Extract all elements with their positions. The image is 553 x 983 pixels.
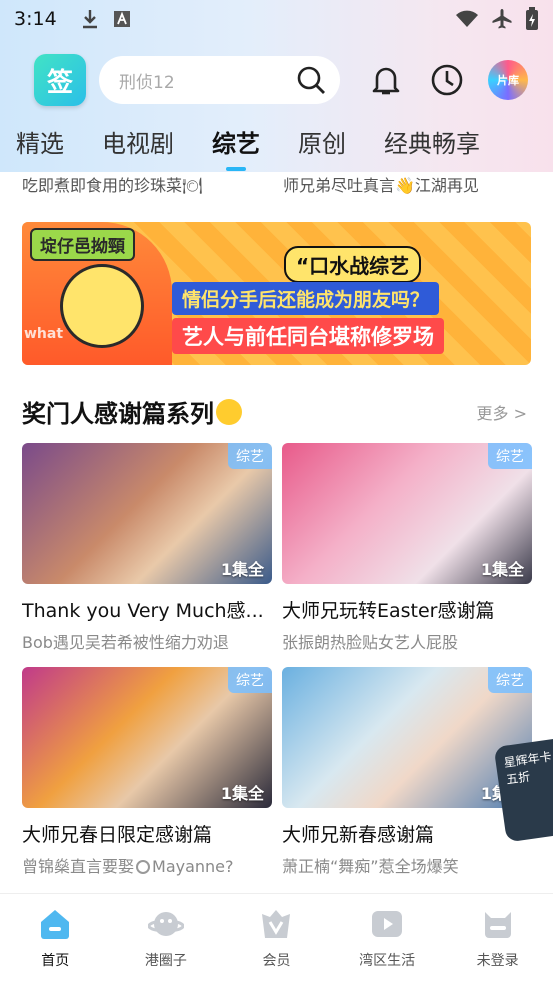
- search-placeholder: 刑侦12: [119, 72, 175, 93]
- search-bar[interactable]: 刑侦12: [99, 56, 340, 104]
- previous-row-subtitles: 吃即煮即食用的珍珠菜🍽 师兄弟尽吐真言👋江湖再见: [0, 172, 553, 196]
- tab-featured[interactable]: 精选: [16, 124, 64, 159]
- category-badge: 综艺: [488, 667, 532, 693]
- card-subtitle: Bob遇见吴若希被性缩力劝退: [22, 633, 229, 652]
- video-thumbnail[interactable]: 综艺 1集全: [282, 667, 532, 808]
- section-title: 奖门人感谢篇系列: [22, 394, 242, 429]
- bell-icon[interactable]: [368, 62, 404, 98]
- bottom-navigation: 首页 港圈子 会员 湾区生活 未登录: [0, 893, 553, 983]
- banner-deco-text: what: [24, 326, 64, 342]
- video-thumbnail[interactable]: 综艺 1集全: [22, 443, 272, 584]
- pianku-label: 片库: [497, 74, 519, 87]
- checkin-logo[interactable]: 签: [34, 54, 86, 106]
- card-title[interactable]: 大师兄春日限定感谢篇: [22, 820, 272, 847]
- logo-text: 签: [46, 67, 73, 98]
- card-title[interactable]: 大师兄玩转Easter感谢篇: [282, 596, 532, 623]
- nav-vip-label: 会员: [262, 953, 291, 969]
- card-subtitle: 张振朗热脸贴女艺人屁股: [282, 633, 459, 652]
- video-thumbnail[interactable]: 综艺 1集全: [22, 667, 272, 808]
- banner-headline-2: 艺人与前任同台堪称修罗场: [172, 318, 444, 354]
- video-card[interactable]: 综艺 1集全 大师兄新春感谢篇 萧正楠“舞痴”惹全场爆笑: [282, 667, 532, 877]
- mascot-illustration: [60, 264, 144, 348]
- tab-tv-series[interactable]: 电视剧: [102, 124, 174, 159]
- status-time: 3:14: [14, 8, 57, 30]
- banner-show-badge: 埞仔邑拗頸: [30, 228, 135, 261]
- more-link[interactable]: 更多 >: [477, 400, 528, 424]
- video-card[interactable]: 综艺 1集全 大师兄玩转Easter感谢篇 张振朗热脸贴女艺人屁股: [282, 443, 532, 653]
- tab-variety[interactable]: 综艺: [212, 124, 260, 171]
- history-clock-icon[interactable]: [429, 62, 465, 98]
- video-thumbnail[interactable]: 综艺 1集全: [282, 443, 532, 584]
- card-subtitle-part-b: Mayanne?: [152, 857, 234, 876]
- download-icon: [82, 10, 97, 29]
- airplane-icon: [492, 9, 512, 29]
- home-icon: [41, 910, 70, 939]
- section-header: 奖门人感谢篇系列 更多 >: [22, 392, 531, 432]
- nav-bay-area-life[interactable]: 湾区生活: [332, 894, 443, 983]
- nav-profile-label: 未登录: [476, 953, 519, 969]
- font-a-icon: [113, 11, 130, 27]
- category-tabs: 精选 电视剧 综艺 原创 经典畅享: [16, 124, 518, 171]
- video-card[interactable]: 综艺 1集全 Thank you Very Much感... Bob遇见吴若希被…: [22, 443, 272, 653]
- card-title[interactable]: Thank you Very Much感...: [22, 596, 272, 623]
- battery-icon: [526, 7, 538, 30]
- episode-count: 1集全: [220, 560, 264, 579]
- prev-subtitle-left: 吃即煮即食用的珍珠菜🍽: [22, 176, 203, 195]
- nav-home[interactable]: 首页: [0, 894, 111, 983]
- cat-profile-icon: [484, 912, 511, 938]
- pianku-button[interactable]: 片库: [488, 60, 528, 100]
- tab-classics[interactable]: 经典畅享: [384, 124, 480, 159]
- prev-subtitle-right: 师兄弟尽吐真言👋江湖再见: [283, 176, 479, 195]
- banner-headline-1: 情侣分手后还能成为朋友吗？: [172, 282, 440, 315]
- nav-circle[interactable]: 港圈子: [111, 894, 222, 983]
- episode-count: 1集全: [220, 784, 264, 803]
- category-badge: 综艺: [488, 443, 532, 469]
- tab-original[interactable]: 原创: [298, 124, 346, 159]
- floating-promo-text: 星辉年卡 五折: [502, 749, 553, 787]
- promo-banner[interactable]: 埞仔邑拗頸 what “口水战综艺 情侣分手后还能成为朋友吗？ 艺人与前任同台堪…: [22, 222, 531, 365]
- status-bar: 3:14: [0, 0, 553, 38]
- search-icon[interactable]: [296, 65, 326, 95]
- play-icon: [372, 911, 403, 937]
- planet-icon: [147, 912, 184, 936]
- app-header: 签 刑侦12 片库: [0, 52, 553, 108]
- video-card[interactable]: 综艺 1集全 大师兄春日限定感谢篇 曾锦燊直言要娶 Mayanne?: [22, 667, 272, 877]
- wifi-icon: [456, 10, 478, 27]
- section-title-text: 奖门人感谢篇系列: [22, 400, 214, 428]
- nav-vip[interactable]: 会员: [221, 894, 332, 983]
- nav-profile[interactable]: 未登录: [442, 894, 553, 983]
- card-title[interactable]: 大师兄新春感谢篇: [282, 820, 532, 847]
- nav-home-label: 首页: [41, 953, 70, 969]
- card-subtitle: 萧正楠“舞痴”惹全场爆笑: [282, 857, 459, 876]
- vip-icon: [262, 910, 291, 938]
- category-badge: 综艺: [228, 443, 272, 469]
- category-badge: 综艺: [228, 667, 272, 693]
- laugh-emoji-icon: [216, 399, 242, 425]
- ring-icon: [136, 860, 151, 874]
- nav-circle-label: 港圈子: [144, 953, 187, 969]
- banner-tagline: “口水战综艺: [284, 246, 422, 283]
- card-subtitle-part-a: 曾锦燊直言要娶: [22, 857, 135, 876]
- card-subtitle: 曾锦燊直言要娶 Mayanne?: [22, 853, 272, 877]
- episode-count: 1集全: [480, 560, 524, 579]
- nav-bay-area-life-label: 湾区生活: [359, 953, 416, 969]
